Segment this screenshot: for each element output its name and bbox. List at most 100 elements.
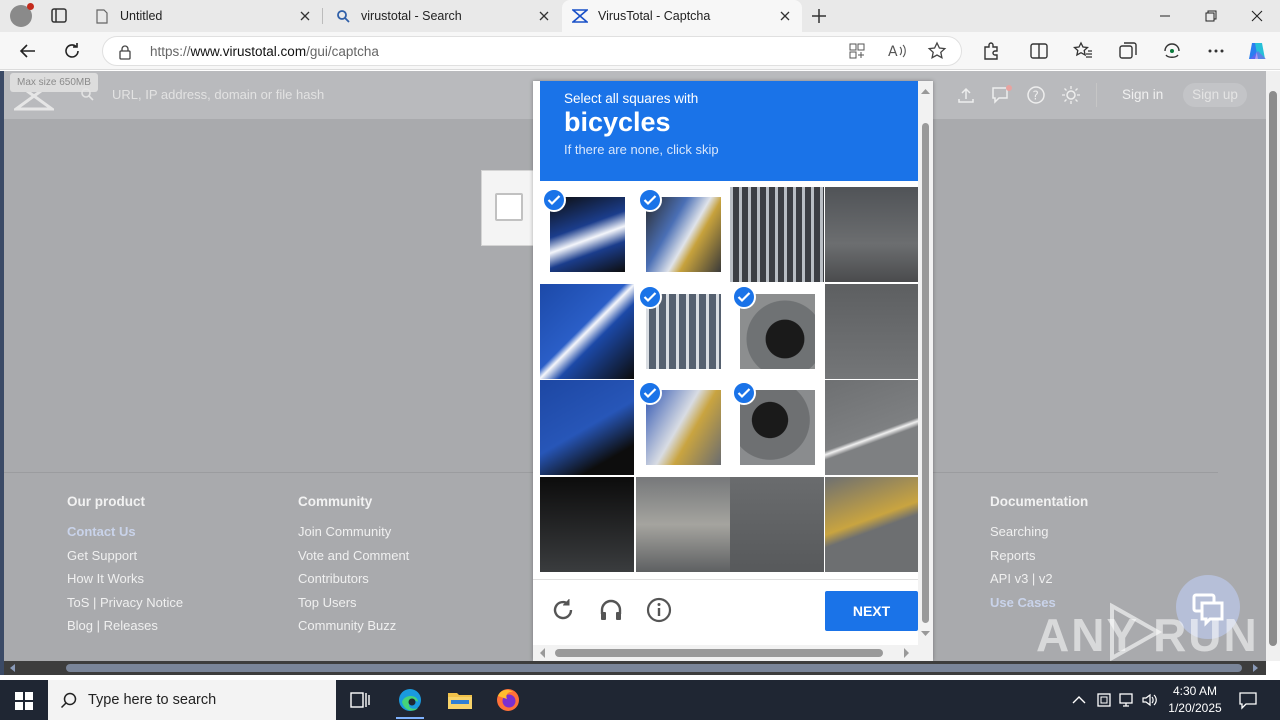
captcha-vscroll-thumb[interactable] (922, 123, 929, 623)
copilot-icon[interactable] (1246, 40, 1268, 62)
footer-link-tos-privacy[interactable]: ToS | Privacy Notice (67, 595, 183, 610)
collections-icon[interactable] (1117, 40, 1139, 62)
captcha-tile[interactable] (824, 476, 919, 572)
captcha-tile-image (635, 476, 730, 572)
sign-in-link[interactable]: Sign in (1122, 87, 1163, 102)
captcha-tile-image (824, 187, 919, 282)
footer-link-how-it-works[interactable]: How It Works (67, 571, 183, 586)
page-vertical-scrollbar[interactable] (1266, 71, 1280, 661)
captcha-tile[interactable] (824, 283, 919, 379)
footer-link-api[interactable]: API v3 | v2 (990, 571, 1088, 586)
footer-link-contact-us[interactable]: Contact Us (67, 524, 183, 539)
upload-icon[interactable] (956, 85, 976, 105)
footer-link-top-users[interactable]: Top Users (298, 595, 409, 610)
captcha-tile[interactable] (730, 476, 824, 572)
captcha-tile-image (540, 283, 634, 379)
footer-link-blog-releases[interactable]: Blog | Releases (67, 618, 183, 633)
address-bar[interactable]: https://www.virustotal.com/gui/captcha (102, 36, 962, 66)
tab-untitled[interactable]: Untitled (84, 0, 322, 32)
captcha-tile[interactable] (540, 283, 634, 379)
refresh-icon[interactable] (61, 40, 83, 62)
recaptcha-checkbox-card (481, 170, 541, 246)
tray-chevron-up-icon[interactable] (1070, 691, 1088, 709)
captcha-tile[interactable] (636, 187, 730, 282)
tab-virustotal-search[interactable]: virustotal - Search (323, 0, 561, 32)
taskbar-clock[interactable]: 4:30 AM 1/20/2025 (1164, 683, 1226, 717)
tab-virustotal-captcha[interactable]: VirusTotal - Captcha (562, 0, 802, 32)
captcha-tile[interactable] (635, 476, 730, 572)
captcha-tile[interactable] (824, 187, 919, 282)
captcha-tile[interactable] (540, 380, 634, 475)
firefox-icon[interactable] (484, 680, 532, 720)
profile-avatar-icon[interactable] (10, 3, 34, 27)
new-tab-icon[interactable] (808, 5, 830, 27)
extensions-icon[interactable] (980, 40, 1002, 62)
captcha-tile[interactable] (730, 187, 824, 282)
file-explorer-icon[interactable] (436, 680, 484, 720)
footer-link-join-community[interactable]: Join Community (298, 524, 409, 539)
taskbar-search-placeholder: Type here to search (88, 692, 217, 708)
footer-link-searching[interactable]: Searching (990, 524, 1088, 539)
app-available-icon[interactable] (846, 40, 868, 62)
minimize-icon[interactable] (1142, 0, 1188, 32)
clock-time: 4:30 AM (1172, 684, 1218, 698)
close-tab-icon[interactable] (298, 9, 312, 23)
back-arrow-icon[interactable] (17, 40, 39, 62)
captcha-tile[interactable] (730, 380, 824, 475)
favorite-star-icon[interactable] (926, 40, 948, 62)
help-icon[interactable]: ? (1026, 85, 1046, 105)
split-screen-icon[interactable] (1028, 40, 1050, 62)
captcha-tile-image (824, 380, 919, 475)
vt-search-input[interactable]: URL, IP address, domain or file hash (112, 87, 324, 102)
page-vscroll-thumb[interactable] (1269, 91, 1277, 646)
captcha-hscroll-thumb[interactable] (555, 649, 883, 657)
info-icon[interactable] (645, 596, 673, 624)
captcha-tile[interactable] (636, 284, 730, 379)
taskbar-search-box[interactable]: Type here to search (48, 680, 336, 720)
tab-title: Untitled (120, 9, 163, 23)
captcha-tile[interactable] (540, 476, 634, 572)
volume-icon[interactable] (1141, 691, 1159, 709)
chat-notification-icon[interactable] (991, 85, 1012, 105)
notification-center-icon[interactable] (1238, 690, 1258, 715)
close-window-icon[interactable] (1234, 0, 1280, 32)
favorites-icon[interactable] (1072, 40, 1094, 62)
close-tab-icon[interactable] (537, 9, 551, 23)
footer-link-contributors[interactable]: Contributors (298, 571, 409, 586)
restore-icon[interactable] (1188, 0, 1234, 32)
captcha-tile-image (824, 476, 919, 572)
captcha-vertical-scrollbar[interactable] (918, 81, 933, 661)
audio-headphones-icon[interactable] (597, 596, 625, 624)
more-menu-icon[interactable] (1205, 40, 1227, 62)
captcha-tile[interactable] (636, 380, 730, 475)
captcha-horizontal-scrollbar[interactable] (533, 645, 918, 661)
captcha-tile[interactable] (730, 284, 824, 379)
footer-link-community-buzz[interactable]: Community Buzz (298, 618, 409, 633)
footer-link-vote-comment[interactable]: Vote and Comment (298, 548, 409, 563)
captcha-tile[interactable] (824, 380, 919, 475)
tab-actions-icon[interactable] (48, 6, 70, 26)
lock-icon[interactable] (118, 44, 132, 65)
edge-taskbar-icon[interactable] (386, 680, 434, 720)
read-aloud-icon[interactable]: A (886, 40, 908, 62)
captcha-tile-image (730, 187, 824, 282)
tray-security-icon[interactable] (1095, 691, 1113, 709)
page-horizontal-scrollbar[interactable] (4, 661, 1266, 675)
footer-link-reports[interactable]: Reports (990, 548, 1088, 563)
recaptcha-checkbox[interactable] (495, 193, 523, 221)
browser-toolbar: https://www.virustotal.com/gui/captcha A (0, 32, 1280, 70)
windows-start-icon[interactable] (14, 691, 34, 716)
network-icon[interactable] (1118, 691, 1136, 709)
sign-up-button[interactable]: Sign up (1183, 83, 1247, 107)
performance-icon[interactable] (1161, 40, 1183, 62)
next-button[interactable]: NEXT (825, 591, 918, 631)
task-view-icon[interactable] (336, 680, 384, 720)
footer-link-get-support[interactable]: Get Support (67, 548, 183, 563)
checkmark-icon (637, 381, 662, 405)
search-icon (60, 691, 78, 713)
captcha-tile[interactable] (540, 187, 634, 282)
close-tab-icon[interactable] (778, 9, 792, 23)
page-hscroll-thumb[interactable] (66, 664, 1242, 672)
reload-icon[interactable] (549, 596, 577, 624)
theme-sun-icon[interactable] (1061, 85, 1081, 105)
